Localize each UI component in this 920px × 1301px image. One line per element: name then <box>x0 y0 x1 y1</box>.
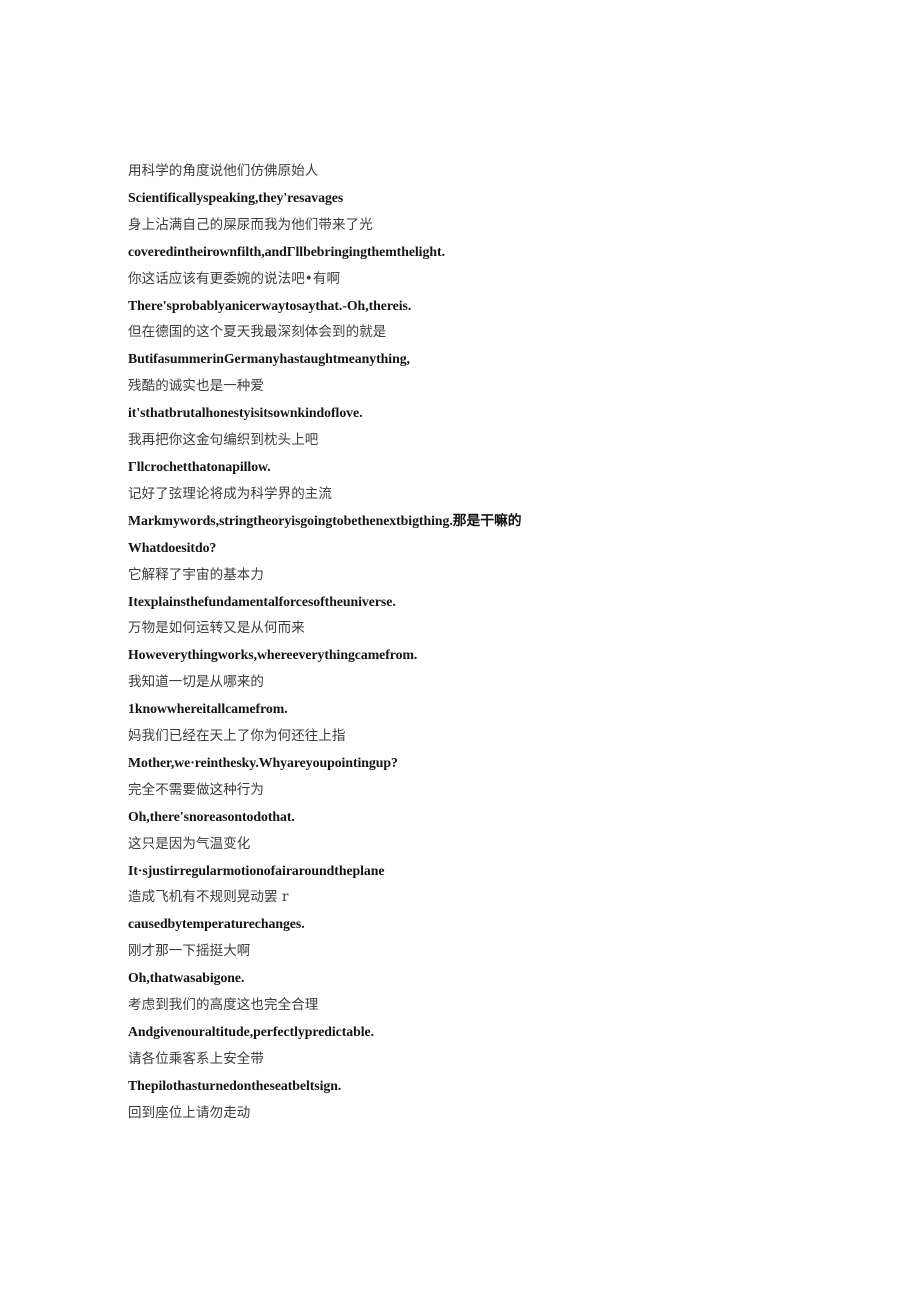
subtitle-line-zh: 刚才那一下摇挺大啊 <box>128 943 251 960</box>
subtitle-line-en: coveredintheirownfilth,andΓllbebringingt… <box>128 243 445 259</box>
subtitle-line-zh: 妈我们已经在天上了你为何还往上指 <box>128 728 346 745</box>
transcript-body: 用科学的角度说他们仿佛原始人 Scientificallyspeaking,the… <box>128 158 568 1127</box>
subtitle-line-zh: 万物是如何运转又是从何而来 <box>128 620 305 637</box>
subtitle-line-zh: 记好了弦理论将成为科学界的主流 <box>128 485 332 502</box>
subtitle-line-en: It·sjustirregularmotionofairaroundthepla… <box>128 862 385 878</box>
subtitle-line-zh: 完全不需要做这种行为 <box>128 781 264 798</box>
subtitle-line-en: Oh,thatwasabigone. <box>128 970 245 986</box>
subtitle-line-zh: 它解释了宇宙的基本力 <box>128 566 264 583</box>
subtitle-line-en: There'sprobablyanicerwaytosaythat.-Oh,th… <box>128 297 412 313</box>
subtitle-line-zh: 考虑到我们的高度这也完全合理 <box>128 997 319 1014</box>
subtitle-line-en: Howeverythingworks,whereeverythingcamefr… <box>128 647 418 663</box>
subtitle-line-zh: 但在德国的这个夏天我最深刻体会到的就是 <box>128 324 387 341</box>
subtitle-line-en: Γllcrochetthatonapillow. <box>128 458 271 474</box>
subtitle-line-zh: 你这话应该有更委婉的说法吧•有啊 <box>128 270 341 287</box>
subtitle-line-zh: 请各位乘客系上安全带 <box>128 1050 264 1067</box>
subtitle-line-en: Markmywords,stringtheoryisgoingtobethene… <box>128 512 522 528</box>
subtitle-line-en: causedbytemperaturechanges. <box>128 916 305 932</box>
subtitle-line-en: Andgivenouraltitude,perfectlypredictable… <box>128 1024 375 1039</box>
subtitle-line-zh: 用科学的角度说他们仿佛原始人 <box>128 163 319 179</box>
subtitle-line-zh: 身上沾满自己的屎尿而我为他们带来了光 <box>128 216 373 233</box>
subtitle-line-en: Scientificallyspeaking,they'resavages <box>128 189 344 205</box>
subtitle-line-en: Oh,there'snoreasontodothat. <box>128 808 295 824</box>
subtitle-line-zh: 我知道一切是从哪来的 <box>128 674 264 691</box>
document-page: 用科学的角度说他们仿佛原始人 Scientificallyspeaking,the… <box>0 0 920 1301</box>
subtitle-line-en: 1knowwhereitallcamefrom. <box>128 701 288 717</box>
subtitle-line-zh: 造成飞机有不规则晃动罢 r <box>128 889 289 906</box>
subtitle-line-zh: 我再把你这金句编织到枕头上吧 <box>128 432 319 449</box>
subtitle-line-zh: 残酷的诚实也是一种爱 <box>128 378 264 395</box>
subtitle-line-en: Itexplainsthefundamentalforcesoftheunive… <box>128 593 396 609</box>
subtitle-line-en: Mother,we·reinthesky.Whyareyoupointingup… <box>128 754 398 770</box>
subtitle-line-en: Whatdoesitdo? <box>128 539 217 555</box>
subtitle-line-en: Thepilothasturnedontheseatbeltsign. <box>128 1077 342 1093</box>
subtitle-line-en: it'sthatbrutalhonestyisitsownkindoflove. <box>128 405 363 421</box>
subtitle-line-zh: 回到座位上请勿走动 <box>128 1104 251 1121</box>
subtitle-line-zh: 这只是因为气温变化 <box>128 835 251 852</box>
subtitle-line-en: ButifasummerinGermanyhastaughtmeanything… <box>128 351 410 367</box>
